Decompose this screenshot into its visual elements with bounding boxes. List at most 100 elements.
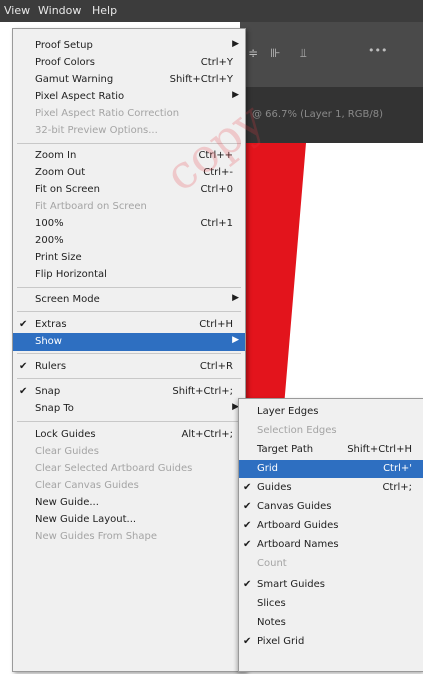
menu-item-label: Clear Selected Artboard Guides [35, 463, 193, 474]
menu-item-fit-artboard-on-screen: Fit Artboard on Screen [13, 198, 245, 216]
align-bottom-icon[interactable]: ⫫ [300, 46, 307, 61]
menu-item-label: Target Path [257, 444, 314, 455]
checkmark-icon: ✔ [243, 539, 252, 550]
menu-item-label: Fit on Screen [35, 184, 100, 195]
menu-item-notes[interactable]: Notes [239, 614, 423, 632]
menu-item-label: Layer Edges [257, 406, 319, 417]
menu-item-show[interactable]: Show ▶ [13, 333, 245, 351]
menu-item-label: Selection Edges [257, 425, 337, 436]
menu-item-fit-on-screen[interactable]: Fit on Screen Ctrl+0 [13, 181, 245, 199]
menu-item-zoom-in[interactable]: Zoom In Ctrl++ [13, 147, 245, 165]
menu-item-snap[interactable]: ✔ Snap Shift+Ctrl+; [13, 383, 245, 401]
menu-item-zoom-out[interactable]: Zoom Out Ctrl+- [13, 164, 245, 182]
submenu-arrow-icon: ▶ [232, 39, 239, 49]
menu-item-shortcut: Shift+Ctrl+H [347, 444, 412, 455]
menu-item-clear-guides: Clear Guides [13, 443, 245, 461]
menu-window[interactable]: Window [38, 4, 81, 17]
menu-item-label: Guides [257, 482, 292, 493]
menu-item-label: New Guide... [35, 497, 99, 508]
checkmark-icon: ✔ [19, 319, 28, 330]
menu-item-shortcut: Ctrl+; [382, 482, 412, 493]
menu-item-shortcut: Shift+Ctrl+; [172, 386, 233, 397]
menu-item-shortcut: Ctrl+R [199, 361, 233, 372]
menu-item-label: New Guide Layout... [35, 514, 137, 525]
submenu-arrow-icon: ▶ [232, 90, 239, 100]
menu-item-100[interactable]: 100% Ctrl+1 [13, 215, 245, 233]
menu-item-target-path[interactable]: Target Path Shift+Ctrl+H [239, 441, 423, 459]
menu-item-gamut-warning[interactable]: Gamut Warning Shift+Ctrl+Y [13, 71, 245, 89]
options-toolbar: ≑ ⊪ ⫫ ••• [240, 22, 423, 87]
menu-item-200[interactable]: 200% [13, 232, 245, 250]
menu-item-screen-mode[interactable]: Screen Mode ▶ [13, 291, 245, 309]
menu-item-label: Slices [257, 598, 286, 609]
menu-item-label: 32-bit Preview Options... [35, 125, 158, 136]
menu-item-print-size[interactable]: Print Size [13, 249, 245, 267]
document-tab-strip: @ 66.7% (Layer 1, RGB/8) [240, 87, 423, 143]
menu-item-new-guide-layout[interactable]: New Guide Layout... [13, 511, 245, 529]
menu-item-32-bit-preview-options: 32-bit Preview Options... [13, 122, 245, 140]
align-center-icon[interactable]: ≑ [248, 46, 258, 60]
menu-separator [17, 353, 241, 354]
checkmark-icon: ✔ [243, 579, 252, 590]
menu-item-label: Grid [257, 463, 278, 474]
menu-item-label: Artboard Names [257, 539, 339, 550]
menu-item-label: Rulers [35, 361, 67, 372]
menu-item-snap-to[interactable]: Snap To ▶ [13, 400, 245, 418]
distribute-icon[interactable]: ⊪ [270, 46, 280, 60]
menu-item-slices[interactable]: Slices [239, 595, 423, 613]
menu-item-label: Print Size [35, 252, 82, 263]
menu-item-label: Count [257, 558, 287, 569]
menu-item-guides[interactable]: ✔ Guides Ctrl+; [239, 479, 423, 497]
menu-item-new-guide[interactable]: New Guide... [13, 494, 245, 512]
menu-item-pixel-aspect-ratio[interactable]: Pixel Aspect Ratio ▶ [13, 88, 245, 106]
menu-item-artboard-guides[interactable]: ✔ Artboard Guides [239, 517, 423, 535]
menu-item-label: Clear Guides [35, 446, 99, 457]
menu-item-extras[interactable]: ✔ Extras Ctrl+H [13, 316, 245, 334]
show-submenu: Layer Edges Selection Edges Target Path Shi… [238, 398, 423, 672]
menu-item-smart-guides[interactable]: ✔ Smart Guides [239, 576, 423, 594]
menu-item-label: Flip Horizontal [35, 269, 107, 280]
menu-item-rulers[interactable]: ✔ Rulers Ctrl+R [13, 358, 245, 376]
menu-item-shortcut: Ctrl+1 [200, 218, 233, 229]
menu-item-label: Smart Guides [257, 579, 326, 590]
menu-item-shortcut: Ctrl+0 [200, 184, 233, 195]
menu-item-shortcut: Alt+Ctrl+; [181, 429, 233, 440]
submenu-arrow-icon: ▶ [232, 335, 239, 345]
menu-item-shortcut: Ctrl+Y [200, 57, 233, 68]
menu-item-label: 200% [35, 235, 64, 246]
menu-item-shortcut: Shift+Ctrl+Y [169, 74, 233, 85]
checkmark-icon: ✔ [243, 636, 252, 647]
menu-item-canvas-guides[interactable]: ✔ Canvas Guides [239, 498, 423, 516]
menu-item-flip-horizontal[interactable]: Flip Horizontal [13, 266, 245, 284]
checkmark-icon: ✔ [19, 361, 28, 372]
menu-item-artboard-names[interactable]: ✔ Artboard Names [239, 536, 423, 554]
menu-item-shortcut: Ctrl+- [203, 167, 233, 178]
more-options-icon[interactable]: ••• [368, 44, 387, 57]
menu-item-clear-canvas-guides: Clear Canvas Guides [13, 477, 245, 495]
menu-item-count: Count [239, 555, 423, 573]
menu-item-new-guides-from-shape: New Guides From Shape [13, 528, 245, 546]
menu-item-label: Gamut Warning [35, 74, 114, 85]
menu-item-layer-edges[interactable]: Layer Edges [239, 403, 423, 421]
submenu-arrow-icon: ▶ [232, 293, 239, 303]
menu-item-label: Screen Mode [35, 294, 100, 305]
menu-item-label: Lock Guides [35, 429, 96, 440]
menu-item-lock-guides[interactable]: Lock Guides Alt+Ctrl+; [13, 426, 245, 444]
menu-item-proof-colors[interactable]: Proof Colors Ctrl+Y [13, 54, 245, 72]
menu-item-selection-edges: Selection Edges [239, 422, 423, 440]
menu-item-pixel-grid[interactable]: ✔ Pixel Grid [239, 633, 423, 651]
menu-item-clear-selected-artboard-guides: Clear Selected Artboard Guides [13, 460, 245, 478]
menu-item-label: Show [35, 336, 62, 347]
checkmark-icon: ✔ [19, 386, 28, 397]
menu-help[interactable]: Help [92, 4, 117, 17]
menu-view[interactable]: View [4, 4, 30, 17]
menu-item-label: Proof Colors [35, 57, 95, 68]
document-tab[interactable]: @ 66.7% (Layer 1, RGB/8) [252, 109, 383, 120]
menu-item-grid[interactable]: Grid Ctrl+' [239, 460, 423, 478]
menu-item-label: Proof Setup [35, 40, 93, 51]
menu-item-proof-setup[interactable]: Proof Setup ▶ [13, 37, 245, 55]
menu-item-label: Fit Artboard on Screen [35, 201, 147, 212]
menu-item-label: New Guides From Shape [35, 531, 158, 542]
menu-item-label: Zoom In [35, 150, 77, 161]
menu-item-label: Notes [257, 617, 286, 628]
